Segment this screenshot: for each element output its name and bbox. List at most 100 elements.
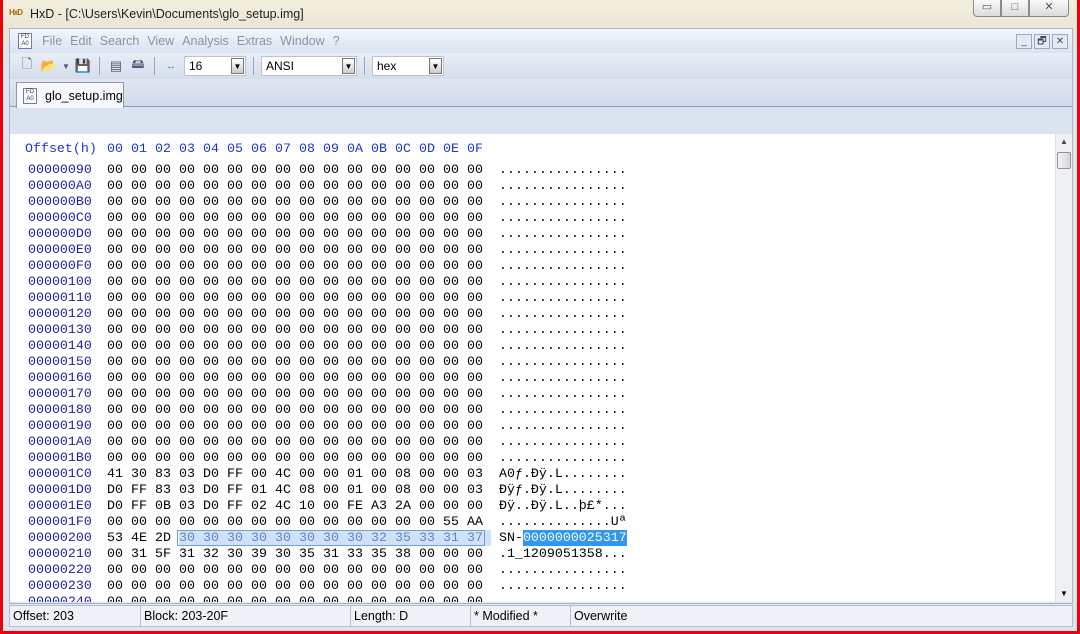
hex-byte[interactable]: 83 <box>155 466 179 482</box>
hex-byte[interactable]: 00 <box>371 306 395 322</box>
hex-byte[interactable]: 00 <box>395 386 419 402</box>
hex-byte[interactable]: 00 <box>323 338 347 354</box>
hex-byte[interactable]: 00 <box>347 450 371 466</box>
hex-byte[interactable]: 00 <box>371 482 395 498</box>
hex-byte[interactable]: AA <box>467 514 491 530</box>
hex-byte[interactable]: D0 <box>107 498 131 514</box>
menu-edit[interactable]: Edit <box>70 34 92 48</box>
hex-byte[interactable]: A3 <box>371 498 395 514</box>
hex-byte[interactable]: 00 <box>299 402 323 418</box>
hex-bytes[interactable]: 00 00 00 00 00 00 00 00 00 00 00 00 00 00 00 00 <box>107 290 491 306</box>
hex-byte[interactable]: 00 <box>251 578 275 594</box>
hex-byte[interactable]: 00 <box>203 274 227 290</box>
hex-byte[interactable]: 08 <box>299 482 323 498</box>
hex-byte[interactable]: 00 <box>203 242 227 258</box>
hex-byte[interactable]: 00 <box>203 594 227 602</box>
hex-byte[interactable]: 00 <box>419 178 443 194</box>
ascii-text[interactable]: ................ <box>499 418 627 434</box>
hex-byte[interactable]: 00 <box>275 242 299 258</box>
hex-byte[interactable]: 00 <box>107 178 131 194</box>
hex-bytes[interactable]: 00 00 00 00 00 00 00 00 00 00 00 00 00 00 00 00 <box>107 386 491 402</box>
hex-byte[interactable]: 00 <box>467 242 491 258</box>
hex-byte[interactable]: 00 <box>131 162 155 178</box>
hex-bytes[interactable]: D0 FF 83 03 D0 FF 01 4C 08 00 01 00 08 00 00 03 <box>107 482 491 498</box>
hex-byte[interactable]: 00 <box>275 194 299 210</box>
hex-bytes[interactable]: 00 00 00 00 00 00 00 00 00 00 00 00 00 00 00 00 <box>107 162 491 178</box>
hex-byte[interactable]: 30 <box>299 530 323 546</box>
ascii-text[interactable]: ................ <box>499 194 627 210</box>
hex-byte[interactable]: 00 <box>323 482 347 498</box>
hex-byte[interactable]: 00 <box>323 242 347 258</box>
hex-byte[interactable]: 30 <box>347 530 371 546</box>
hex-byte[interactable]: 00 <box>395 258 419 274</box>
hex-byte[interactable]: 00 <box>155 178 179 194</box>
hex-byte[interactable]: 00 <box>443 418 467 434</box>
hex-byte[interactable]: 00 <box>251 434 275 450</box>
hex-byte[interactable]: 00 <box>107 402 131 418</box>
hex-byte[interactable]: 00 <box>299 210 323 226</box>
hex-byte[interactable]: 00 <box>395 354 419 370</box>
hex-bytes[interactable]: 00 00 00 00 00 00 00 00 00 00 00 00 00 00 00 00 <box>107 594 491 602</box>
hex-byte[interactable]: 00 <box>443 242 467 258</box>
hex-byte[interactable]: FF <box>131 498 155 514</box>
hex-byte[interactable]: 00 <box>371 210 395 226</box>
hex-byte[interactable]: 00 <box>131 178 155 194</box>
hex-byte[interactable]: 00 <box>251 290 275 306</box>
hex-byte[interactable]: 00 <box>323 466 347 482</box>
hex-byte[interactable]: 00 <box>203 338 227 354</box>
hex-byte[interactable]: 00 <box>371 562 395 578</box>
hex-byte[interactable]: 00 <box>155 402 179 418</box>
hex-byte[interactable]: 00 <box>395 322 419 338</box>
hex-byte[interactable]: 00 <box>323 562 347 578</box>
hex-byte[interactable]: 00 <box>227 274 251 290</box>
hex-bytes[interactable]: 53 4E 2D 30 30 30 30 30 30 30 30 32 35 33 31 37 <box>107 530 491 546</box>
hex-byte[interactable]: 00 <box>395 562 419 578</box>
hex-byte[interactable]: 4C <box>275 466 299 482</box>
hex-byte[interactable]: 00 <box>323 210 347 226</box>
hex-byte[interactable]: 00 <box>419 450 443 466</box>
hex-byte[interactable]: 4E <box>131 530 155 546</box>
hex-byte[interactable]: 00 <box>203 370 227 386</box>
hex-byte[interactable]: 5F <box>155 546 179 562</box>
ascii-text[interactable]: ................ <box>499 274 627 290</box>
hex-byte[interactable]: 00 <box>347 194 371 210</box>
hex-byte[interactable]: 03 <box>179 498 203 514</box>
menu-search[interactable]: Search <box>100 34 140 48</box>
hex-byte[interactable]: 00 <box>371 434 395 450</box>
menu-extras[interactable]: Extras <box>237 34 272 48</box>
hex-byte[interactable]: 00 <box>251 418 275 434</box>
hex-byte[interactable]: 00 <box>155 338 179 354</box>
hex-byte[interactable]: 00 <box>467 274 491 290</box>
hex-byte[interactable]: 00 <box>371 258 395 274</box>
hex-byte[interactable]: 30 <box>251 530 275 546</box>
ascii-text[interactable]: SN-0000000025317 <box>499 530 627 546</box>
minimize-button[interactable]: ▭ <box>973 0 1001 17</box>
hex-byte[interactable]: 2D <box>155 530 179 546</box>
menu-file[interactable]: File <box>42 34 62 48</box>
hex-byte[interactable]: 00 <box>395 450 419 466</box>
hex-byte[interactable]: 00 <box>371 594 395 602</box>
menu-view[interactable]: View <box>147 34 174 48</box>
hex-byte[interactable]: 00 <box>323 306 347 322</box>
hex-byte[interactable]: 00 <box>395 370 419 386</box>
hex-byte[interactable]: 00 <box>227 402 251 418</box>
hex-byte[interactable]: 00 <box>371 418 395 434</box>
hex-byte[interactable]: 00 <box>227 162 251 178</box>
hex-byte[interactable]: 00 <box>467 434 491 450</box>
ascii-text[interactable]: .1_1209051358... <box>499 546 627 562</box>
hex-byte[interactable]: 00 <box>131 578 155 594</box>
hex-byte[interactable]: 00 <box>299 418 323 434</box>
hex-byte[interactable]: 00 <box>299 258 323 274</box>
hex-byte[interactable]: 31 <box>443 530 467 546</box>
hex-bytes[interactable]: D0 FF 0B 03 D0 FF 02 4C 10 00 FE A3 2A 00 00 00 <box>107 498 491 514</box>
hex-byte[interactable]: 4C <box>275 482 299 498</box>
hex-byte[interactable]: 32 <box>203 546 227 562</box>
hex-byte[interactable]: 00 <box>371 402 395 418</box>
hex-byte[interactable]: 00 <box>443 578 467 594</box>
hex-byte[interactable]: 00 <box>155 562 179 578</box>
hex-byte[interactable]: 00 <box>347 226 371 242</box>
hex-byte[interactable]: 00 <box>203 578 227 594</box>
hex-byte[interactable]: 00 <box>395 514 419 530</box>
hex-byte[interactable]: 00 <box>203 162 227 178</box>
hex-byte[interactable]: 00 <box>419 386 443 402</box>
